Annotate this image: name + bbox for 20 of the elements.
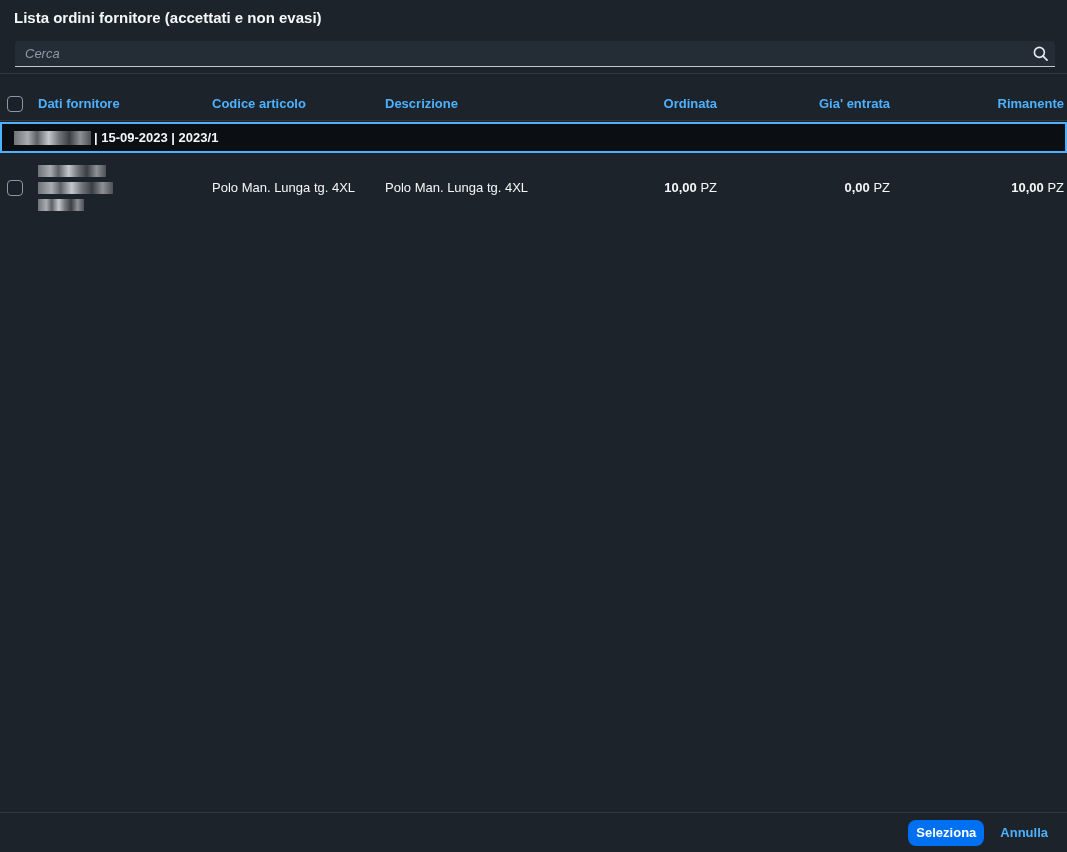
select-button[interactable]: Seleziona bbox=[908, 819, 985, 846]
table-cell: Polo Man. Lunga tg. 4XL bbox=[212, 179, 356, 196]
dialog-title: Lista ordini fornitore (accettati e non evasi) bbox=[14, 8, 322, 27]
column-header: Dati fornitore bbox=[38, 96, 120, 112]
row-checkbox[interactable] bbox=[7, 179, 23, 196]
group-header-row[interactable]: | 15-09-2023 | 2023/1 bbox=[0, 122, 1067, 153]
table-cell: 10,00 PZ bbox=[664, 179, 717, 196]
column-header: Gia' entrata bbox=[819, 96, 890, 112]
column-header: Descrizione bbox=[385, 96, 458, 112]
table-cell: 0,00 PZ bbox=[844, 179, 890, 196]
column-header: Ordinata bbox=[663, 96, 717, 112]
select-all-checkbox[interactable] bbox=[7, 96, 23, 112]
group-header-text: | 15-09-2023 | 2023/1 bbox=[94, 129, 219, 146]
search-icon[interactable] bbox=[1033, 46, 1048, 61]
search-field[interactable]: Cerca bbox=[15, 41, 1055, 67]
table-cell: Polo Man. Lunga tg. 4XL bbox=[385, 179, 529, 196]
table-cell: 10,00 PZ bbox=[1011, 179, 1064, 196]
column-header: Rimanente bbox=[997, 96, 1064, 112]
cancel-button[interactable]: Annulla bbox=[992, 819, 1056, 846]
column-header: Codice articolo bbox=[212, 96, 306, 112]
